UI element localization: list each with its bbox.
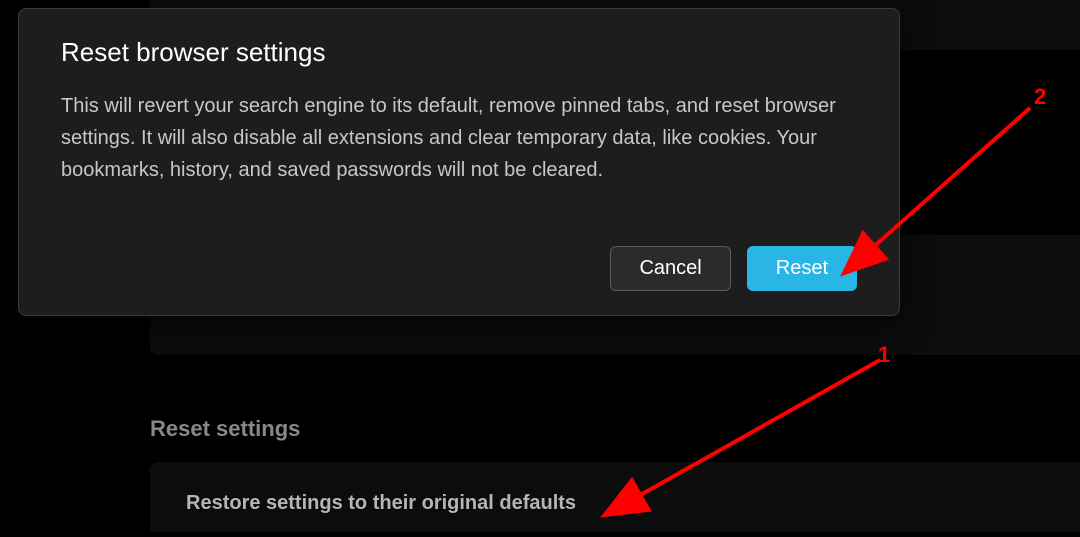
dialog-button-row: Cancel Reset	[610, 246, 857, 291]
section-heading-reset-settings: Reset settings	[150, 416, 300, 442]
reset-button[interactable]: Reset	[747, 246, 857, 291]
reset-browser-settings-dialog: Reset browser settings This will revert …	[18, 8, 900, 316]
cancel-button[interactable]: Cancel	[610, 246, 730, 291]
dialog-title: Reset browser settings	[61, 37, 857, 68]
dialog-body: This will revert your search engine to i…	[61, 90, 857, 186]
restore-defaults-label: Restore settings to their original defau…	[186, 492, 576, 514]
restore-defaults-row[interactable]: Restore settings to their original defau…	[150, 462, 1080, 532]
